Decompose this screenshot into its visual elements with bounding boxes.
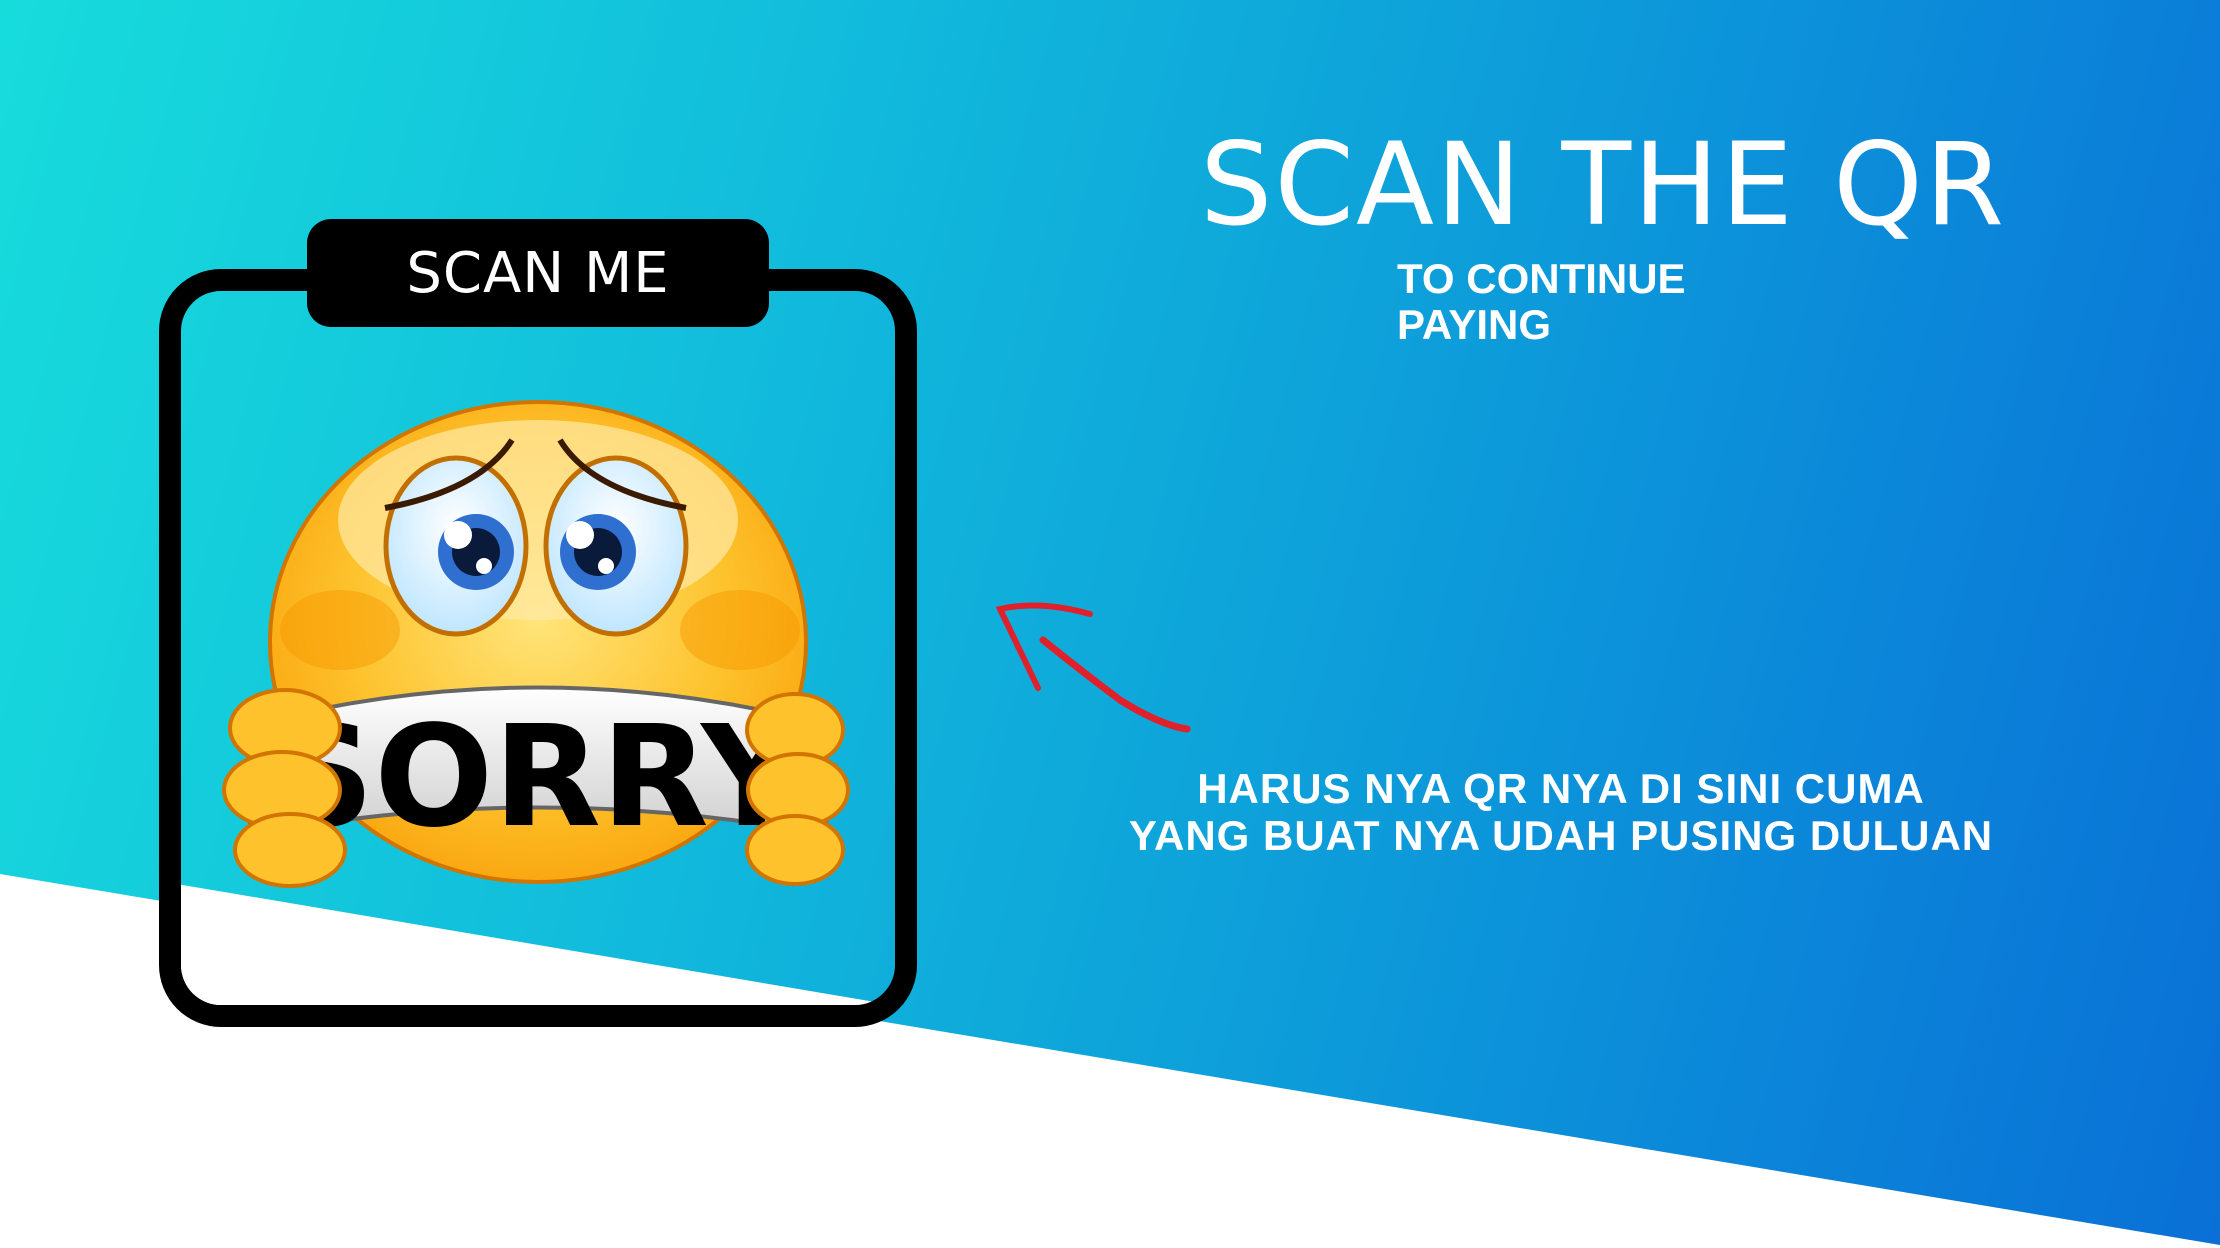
sorry-sign-text: SORRY <box>273 696 804 859</box>
subtitle-line-2: PAYING <box>1397 301 1552 348</box>
note-line-2: YANG BUAT NYA UDAH PUSING DULUAN <box>1128 812 1994 859</box>
headline-subtitle: TO CONTINUE PAYING <box>1397 256 1686 348</box>
headline-title: SCAN THE QR <box>1200 118 2007 251</box>
scan-me-label: SCAN ME <box>307 219 769 327</box>
subtitle-line-1: TO CONTINUE <box>1397 255 1686 302</box>
note-line-1: HARUS NYA QR NYA DI SINI CUMA <box>1197 765 1925 812</box>
note-text: HARUS NYA QR NYA DI SINI CUMA YANG BUAT … <box>1061 765 2061 859</box>
sorry-emoji-image: SORRY <box>222 400 850 888</box>
